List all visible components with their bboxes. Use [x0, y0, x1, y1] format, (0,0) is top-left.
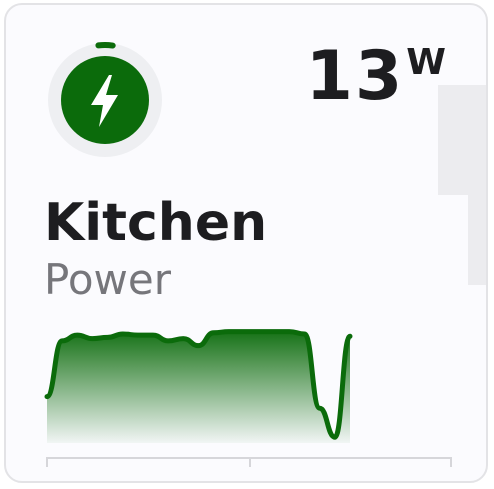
card-title: Kitchen [44, 193, 268, 253]
power-sparkline [42, 315, 456, 475]
power-unit: W [406, 42, 446, 83]
side-decoration [438, 85, 486, 285]
power-value: 13W [306, 43, 446, 111]
sparkline-area [47, 331, 350, 443]
kitchen-power-card[interactable]: 13W Kitchen Power [4, 3, 488, 483]
card-subtitle: Power [44, 255, 171, 304]
power-value-number: 13 [305, 37, 405, 116]
power-icon-badge [46, 41, 164, 159]
